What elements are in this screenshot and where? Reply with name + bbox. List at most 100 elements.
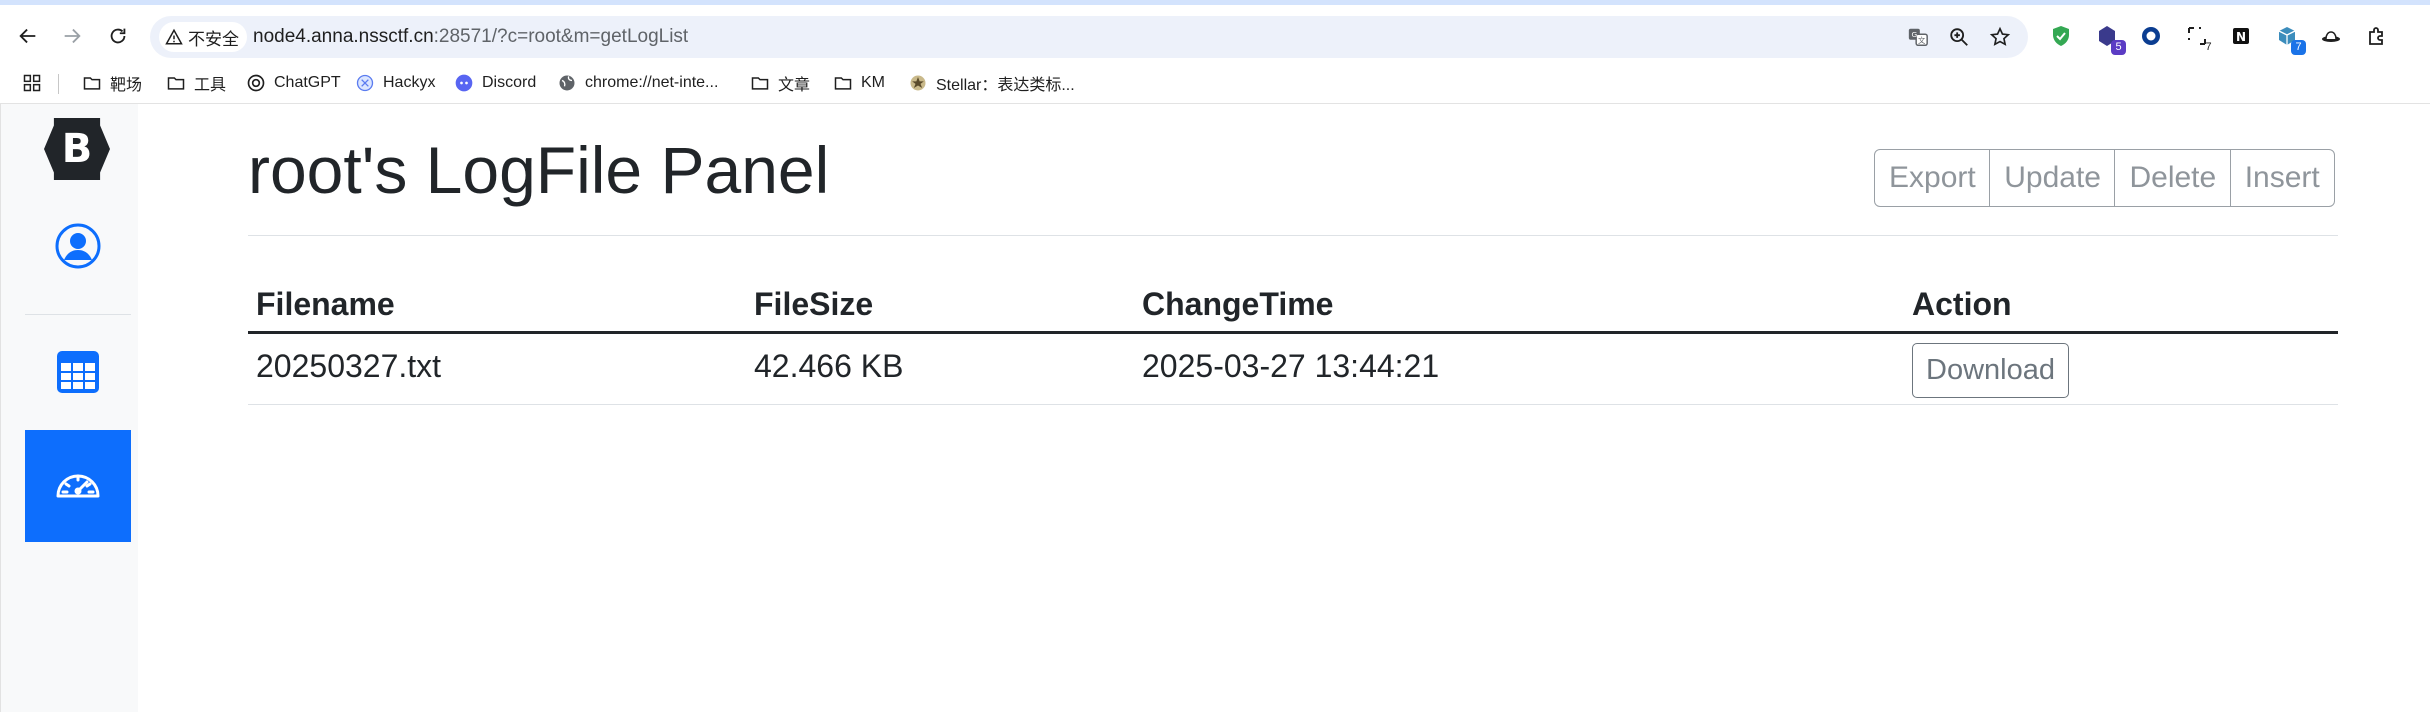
bookmark-label: Discord (482, 74, 537, 91)
sidebar-item-profile[interactable] (25, 190, 131, 302)
apps-button[interactable] (22, 70, 42, 96)
cell-filesize: 42.466 KB (746, 332, 1134, 405)
ext-cube[interactable]: 7 (2274, 23, 2306, 55)
download-button[interactable]: Download (1912, 342, 2069, 398)
bookmark-item[interactable]: chrome://net-inte... (557, 70, 718, 96)
shield-check-icon (2053, 26, 2069, 46)
translate-button[interactable]: G文 (1906, 25, 1930, 49)
address-bar[interactable]: 不安全 node4.anna.nssctf.cn:28571/?c=root&m… (150, 16, 2028, 58)
arrow-left-icon (19, 28, 36, 44)
ext-badge: 7 (2205, 41, 2212, 53)
stellar-icon (910, 75, 926, 91)
sidebar: B (0, 104, 138, 712)
folder-icon (751, 77, 769, 90)
bookmark-label: Hackyx (383, 74, 436, 91)
ext-badge: 7 (2291, 40, 2306, 55)
bookmark-item[interactable]: Discord (454, 70, 536, 96)
ext-ring[interactable] (2138, 23, 2164, 49)
cell-changetime: 2025-03-27 13:44:21 (1134, 332, 1904, 405)
column-header-action: Action (1904, 270, 2338, 334)
ext-dashed[interactable]: 7 (2184, 23, 2212, 53)
svg-text:文: 文 (1918, 36, 1926, 45)
bookmark-label: 工具 (194, 77, 227, 94)
bookmark-item[interactable]: Hackyx (355, 70, 435, 96)
ring-extension-icon (2142, 27, 2160, 45)
bookmarks-bar: 靶场 工具 ChatGPT Hackyx Discord chrome://ne… (0, 62, 2430, 104)
puzzle-icon (2369, 27, 2383, 45)
export-button[interactable]: Export (1874, 149, 1991, 207)
bookmark-label: Stellar：表达类标... (936, 77, 1075, 94)
notion-icon: N (2233, 28, 2249, 44)
translate-icon: G文 (1908, 28, 1928, 46)
back-button[interactable] (13, 21, 43, 51)
arrow-right-icon (64, 28, 81, 44)
svg-text:N: N (2236, 30, 2246, 44)
cell-action: Download (1904, 332, 2338, 405)
reload-button[interactable] (103, 21, 133, 51)
delete-button[interactable]: Delete (2114, 149, 2232, 207)
ext-notion[interactable]: N (2228, 23, 2254, 49)
log-table: Filename FileSize ChangeTime Action 2025… (248, 270, 2338, 405)
column-header-filesize: FileSize (746, 270, 1134, 334)
bookmark-item[interactable]: KM (833, 70, 885, 96)
svg-text:G: G (1911, 30, 1917, 39)
insert-button[interactable]: Insert (2229, 149, 2335, 207)
person-circle-icon (55, 223, 101, 269)
security-label: 不安全 (188, 29, 239, 49)
bookmarks-divider (58, 74, 59, 94)
bookmark-label: chrome://net-inte... (585, 74, 719, 91)
ext-shield[interactable] (2048, 23, 2074, 49)
security-chip[interactable]: 不安全 (159, 22, 247, 52)
bookmark-star-button[interactable] (1988, 25, 2012, 49)
bookmark-item[interactable]: 文章 (750, 70, 810, 96)
zoom-button[interactable] (1947, 25, 1971, 49)
extensions-button[interactable] (2364, 23, 2390, 49)
folder-icon (83, 77, 101, 90)
ext-badge: 5 (2111, 40, 2126, 55)
page-title: root's LogFile Panel (248, 133, 830, 207)
globe-icon (559, 75, 575, 91)
apps-grid-icon (23, 74, 41, 92)
brand-letter: B (61, 126, 93, 172)
title-divider (248, 235, 2338, 236)
bookmark-item[interactable]: Stellar：表达类标... (908, 70, 1075, 96)
table-icon (57, 351, 99, 393)
update-button[interactable]: Update (1989, 149, 2116, 207)
table-header-row: Filename FileSize ChangeTime Action (248, 270, 2338, 334)
browser-toolbar: 不安全 node4.anna.nssctf.cn:28571/?c=root&m… (0, 0, 2430, 62)
discord-icon (455, 74, 473, 92)
bookmark-item[interactable]: 靶场 (82, 70, 142, 96)
folder-icon (167, 77, 185, 90)
bookmark-label: KM (861, 74, 885, 91)
forward-button[interactable] (57, 21, 87, 51)
hat-extension-icon (2322, 31, 2340, 42)
url-host: node4.anna.nssctf.cn (253, 26, 434, 47)
cell-filename: 20250327.txt (248, 332, 746, 405)
table-row: 20250327.txt 42.466 KB 2025-03-27 13:44:… (248, 332, 2338, 405)
reload-icon (110, 28, 126, 44)
sidebar-item-table[interactable] (25, 316, 131, 428)
folder-icon (834, 77, 852, 90)
ext-hat[interactable] (2318, 23, 2344, 49)
hackyx-icon (356, 74, 374, 92)
speedometer-icon (56, 474, 100, 498)
warning-triangle-icon (165, 28, 183, 45)
page-content: B root's LogFile Panel Export Update Del… (0, 104, 2430, 712)
bookmark-label: ChatGPT (274, 74, 341, 91)
url-text[interactable]: node4.anna.nssctf.cn:28571/?c=root&m=get… (253, 26, 688, 48)
bookmark-label: 靶场 (110, 77, 143, 94)
zoom-in-icon (1950, 28, 1968, 46)
action-button-group: Export Update Delete Insert (1874, 149, 2335, 207)
bookmark-item[interactable]: ChatGPT (246, 70, 341, 96)
bookmark-label: 文章 (778, 77, 811, 94)
brand-logo[interactable]: B (44, 118, 110, 180)
ext-hexagon[interactable]: 5 (2094, 23, 2126, 55)
sidebar-divider (25, 314, 131, 315)
column-header-filename: Filename (248, 270, 746, 334)
sidebar-item-dashboard[interactable] (25, 430, 131, 542)
url-path: :28571/?c=root&m=getLogList (433, 26, 689, 47)
star-icon (1989, 26, 2011, 46)
bookmark-item[interactable]: 工具 (166, 70, 226, 96)
column-header-changetime: ChangeTime (1134, 270, 1904, 334)
chatgpt-icon (247, 74, 265, 92)
